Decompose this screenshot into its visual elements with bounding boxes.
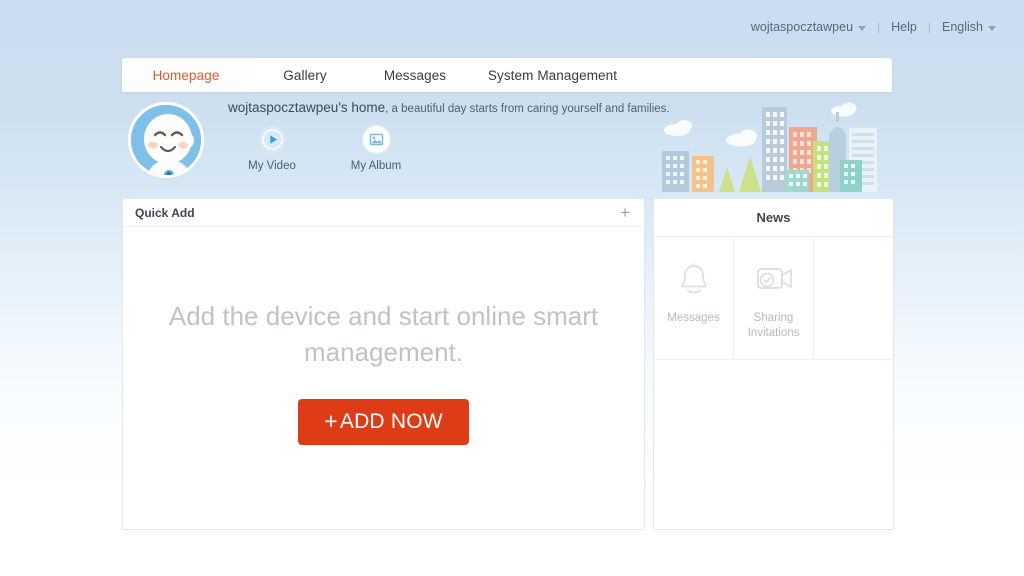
avatar[interactable]	[128, 102, 204, 178]
add-now-button[interactable]: + ADD NOW	[298, 398, 469, 445]
plus-icon[interactable]: +	[620, 204, 630, 221]
greeting-text: wojtaspocztawpeu's home, a beautiful day…	[228, 99, 670, 117]
tab-gallery[interactable]: Gallery	[250, 58, 360, 92]
quicklink-my-album[interactable]: My Album	[342, 126, 410, 172]
language-label: English	[942, 20, 983, 34]
tab-homepage[interactable]: Homepage	[122, 58, 250, 92]
top-utility-bar: wojtaspocztawpeu | Help | English	[0, 0, 1024, 54]
news-cell-messages[interactable]: Messages	[654, 237, 734, 359]
add-now-plus-icon: +	[324, 408, 338, 435]
help-link[interactable]: Help	[891, 20, 917, 34]
quick-add-empty-message: Add the device and start online smart ma…	[168, 301, 599, 367]
news-cell-label: Sharing Invitations	[747, 312, 800, 339]
account-menu[interactable]: wojtaspocztawpeu	[750, 20, 867, 34]
news-cell-label: Messages	[667, 312, 720, 324]
play-icon	[258, 126, 286, 153]
image-icon	[362, 126, 390, 153]
language-menu[interactable]: English	[942, 20, 996, 34]
greeting-name: wojtaspocztawpeu's home	[228, 100, 386, 115]
quick-add-body: Add the device and start online smart ma…	[123, 227, 644, 528]
city-skyline-illustration	[647, 94, 892, 192]
topbar-separator-2: |	[927, 20, 931, 34]
quicklink-my-video[interactable]: My Video	[238, 126, 306, 172]
news-cell-sharing-invitations[interactable]: Sharing Invitations	[734, 237, 814, 359]
tab-messages[interactable]: Messages	[360, 58, 470, 92]
quicklink-label: My Album	[350, 160, 402, 172]
chevron-down-icon	[988, 25, 996, 31]
quick-add-title: Quick Add	[135, 205, 195, 220]
account-username: wojtaspocztawpeu	[750, 20, 854, 34]
tab-system-management[interactable]: System Management	[470, 58, 635, 92]
news-panel: News Messages Sharing Invitations	[653, 198, 894, 530]
user-avatar-cartoon	[131, 105, 201, 175]
add-now-label: ADD NOW	[339, 409, 443, 433]
news-empty-area	[654, 359, 893, 528]
chevron-down-icon	[858, 25, 867, 31]
quick-add-panel: Quick Add + Add the device and start onl…	[122, 198, 645, 530]
quicklink-label: My Video	[248, 160, 296, 172]
greeting-tagline: , a beautiful day starts from caring you…	[385, 103, 670, 115]
hero-section: wojtaspocztawpeu's home, a beautiful day…	[122, 92, 892, 194]
news-header: News	[654, 199, 893, 237]
bell-icon	[674, 257, 714, 301]
quick-add-header: Quick Add +	[123, 199, 644, 227]
topbar-separator-1: |	[877, 20, 881, 34]
news-cell-empty	[814, 237, 893, 359]
news-title: News	[756, 210, 791, 225]
main-navigation: Homepage Gallery Messages System Managem…	[122, 58, 892, 92]
hero-quicklinks: My Video My Album	[238, 126, 410, 172]
news-grid: Messages Sharing Invitations	[654, 237, 893, 359]
camera-check-icon	[752, 257, 796, 301]
